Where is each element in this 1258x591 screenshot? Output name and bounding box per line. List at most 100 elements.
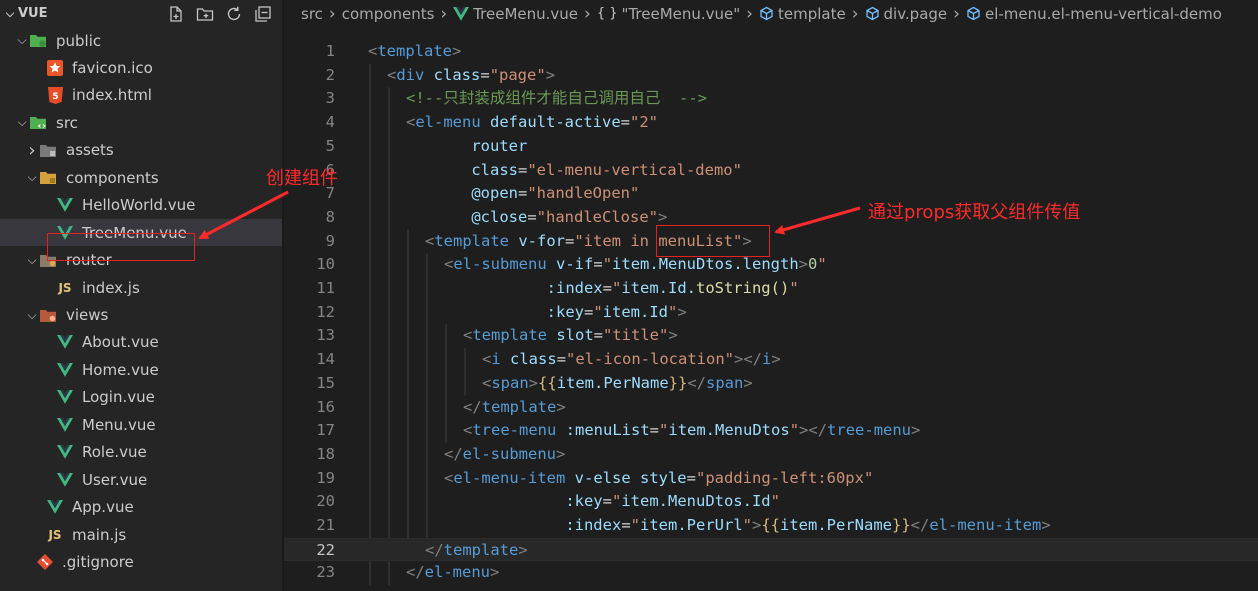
chevron-down-icon[interactable]: ⌵ xyxy=(14,33,30,48)
code-token: " xyxy=(593,302,603,321)
code-token: item.Id xyxy=(602,302,668,321)
folder-src-icon xyxy=(30,114,48,132)
chevron-down-icon[interactable]: ⌵ xyxy=(24,308,40,323)
code-token: template xyxy=(481,397,557,416)
code-token: = xyxy=(602,279,612,297)
code-text: <template slot="title"> xyxy=(463,324,678,348)
tree-item-views[interactable]: ⌵ views xyxy=(0,302,282,329)
code-token: > xyxy=(658,207,668,226)
breadcrumb: src › components › TreeMenu.vue › { } "TreeMenu… xyxy=(284,0,1258,27)
code-line[interactable]: 20 :key="item.MenuDtos.Id" xyxy=(284,490,1258,514)
chevron-right-icon[interactable]: › xyxy=(24,140,40,161)
tree-item-gitignore[interactable]: .gitignore xyxy=(0,549,282,576)
breadcrumb-item[interactable]: src xyxy=(301,5,323,23)
code-token: " xyxy=(789,421,800,440)
tree-item-user-vue[interactable]: User.vue xyxy=(0,466,282,493)
code-token: @close xyxy=(406,207,528,226)
code-line[interactable]: 2 <div class="page"> xyxy=(284,64,1258,88)
code-token: > xyxy=(545,65,556,84)
tree-item-main-js[interactable]: JS main.js xyxy=(0,521,282,548)
code-token: " xyxy=(659,421,669,440)
chevron-down-icon[interactable]: ⌵ xyxy=(14,115,30,130)
tree-item-about-vue[interactable]: About.vue xyxy=(0,329,282,356)
code-token: < xyxy=(463,326,473,345)
code-line[interactable]: 15 <span>{{item.PerName}}</span> xyxy=(284,372,1258,396)
code-line[interactable]: 22 </template> xyxy=(284,537,1258,563)
code-line[interactable]: 1 <template> xyxy=(284,40,1258,64)
code-token: ></ xyxy=(799,421,828,440)
code-line[interactable]: 6 class="el-menu-vertical-demo" xyxy=(284,159,1258,183)
code-line[interactable]: 18 </el-submenu> xyxy=(284,443,1258,467)
breadcrumb-item[interactable]: TreeMenu.vue xyxy=(453,5,578,23)
breadcrumb-item[interactable]: el-menu.el-menu-vertical-demo xyxy=(966,5,1222,23)
tree-item-app-vue[interactable]: App.vue xyxy=(0,494,282,521)
tree-item-home-vue[interactable]: Home.vue xyxy=(0,356,282,383)
breadcrumb-item[interactable]: { } "TreeMenu.vue" xyxy=(597,5,740,23)
code-line[interactable]: 4 <el-menu default-active="2" xyxy=(284,111,1258,135)
tree-item-favicon-ico[interactable]: favicon.ico xyxy=(0,54,282,81)
breadcrumb-item[interactable]: components xyxy=(342,5,435,23)
breadcrumb-item[interactable]: template xyxy=(759,5,846,23)
tree-item-label: favicon.ico xyxy=(72,58,153,77)
new-folder-icon[interactable] xyxy=(195,4,215,24)
collapse-all-icon[interactable] xyxy=(253,4,273,24)
vue-icon xyxy=(453,6,470,21)
code-line[interactable]: 19 <el-menu-item v-else style="padding-le… xyxy=(284,467,1258,491)
code-text: </el-submenu> xyxy=(444,443,565,467)
refresh-icon[interactable] xyxy=(224,4,244,24)
code-token: > xyxy=(668,326,678,345)
code-token: = xyxy=(583,302,594,321)
code-line[interactable]: 17 <tree-menu :menuList="item.MenuDtos"><… xyxy=(284,419,1258,443)
vue-icon xyxy=(56,196,74,214)
code-token: class xyxy=(424,65,481,84)
chevron-down-icon[interactable]: ⌵ xyxy=(2,7,18,21)
code-line[interactable]: 10 <el-submenu v-if="item.MenuDtos.length… xyxy=(284,253,1258,277)
code-line[interactable]: 23 </el-menu> xyxy=(284,561,1258,585)
folder-components-icon xyxy=(40,169,58,187)
line-number: 4 xyxy=(325,113,335,132)
code-token: tree-menu xyxy=(827,421,912,440)
tree-item-label: Login.vue xyxy=(82,388,155,407)
code-token: "padding-left:60px" xyxy=(696,468,874,487)
code-line[interactable]: 5 router xyxy=(284,135,1258,159)
code-token: = xyxy=(480,65,490,84)
tree-item-src[interactable]: ⌵ src xyxy=(0,109,282,136)
code-token: item.PerName xyxy=(780,516,892,534)
tree-item-label: App.vue xyxy=(72,498,134,517)
line-number: 16 xyxy=(316,397,335,416)
tree-item-helloworld-vue[interactable]: HelloWorld.vue xyxy=(0,192,282,219)
code-text: @open="handleOpen" xyxy=(406,182,639,206)
code-line[interactable]: 16 </template> xyxy=(284,396,1258,420)
code-line[interactable]: 13 <template slot="title"> xyxy=(284,324,1258,348)
code-line[interactable]: 7 @open="handleOpen" xyxy=(284,182,1258,206)
code-token: class xyxy=(500,350,557,369)
code-line[interactable]: 9 <template v-for="item in menuList"> xyxy=(284,230,1258,254)
code-token: < xyxy=(425,231,435,250)
code-line[interactable]: 21 :index="item.PerUrl">{{item.PerName}}… xyxy=(284,514,1258,538)
breadcrumb-item[interactable]: div.page xyxy=(865,5,947,23)
tree-item-menu-vue[interactable]: Menu.vue xyxy=(0,411,282,438)
code-token: = xyxy=(593,255,603,274)
code-line[interactable]: 14 <i class="el-icon-location"></i> xyxy=(284,348,1258,372)
tree-item-index-html[interactable]: 5 index.html xyxy=(0,82,282,109)
code-line[interactable]: 12 :key="item.Id"> xyxy=(284,301,1258,325)
chevron-down-icon[interactable]: ⌵ xyxy=(24,253,40,268)
code-line[interactable]: 3 <!--只封装成组件才能自己调用自己 --> xyxy=(284,87,1258,111)
new-file-icon[interactable] xyxy=(166,4,186,24)
tree-item-assets[interactable]: › assets xyxy=(0,137,282,164)
code-editor[interactable]: src › components › TreeMenu.vue › { } "TreeMenu… xyxy=(284,0,1258,591)
tree-item-role-vue[interactable]: Role.vue xyxy=(0,439,282,466)
chevron-down-icon[interactable]: ⌵ xyxy=(24,170,40,185)
tree-item-public[interactable]: ⌵ public xyxy=(0,27,282,54)
html5-icon: 5 xyxy=(46,86,64,104)
tree-item-login-vue[interactable]: Login.vue xyxy=(0,384,282,411)
explorer-header[interactable]: ⌵ VUE xyxy=(0,0,282,27)
code-text: </template> xyxy=(425,539,528,563)
tree-item-index-js[interactable]: JS index.js xyxy=(0,274,282,301)
code-line[interactable]: 8 @close="handleClose"> xyxy=(284,206,1258,230)
code-line[interactable]: 11 :index="item.Id.toString()" xyxy=(284,277,1258,301)
tree-item-components[interactable]: ⌵ components xyxy=(0,164,282,191)
code-token: {{ xyxy=(538,373,557,392)
code-text: <template> xyxy=(368,40,461,64)
code-token: </ xyxy=(910,516,930,534)
